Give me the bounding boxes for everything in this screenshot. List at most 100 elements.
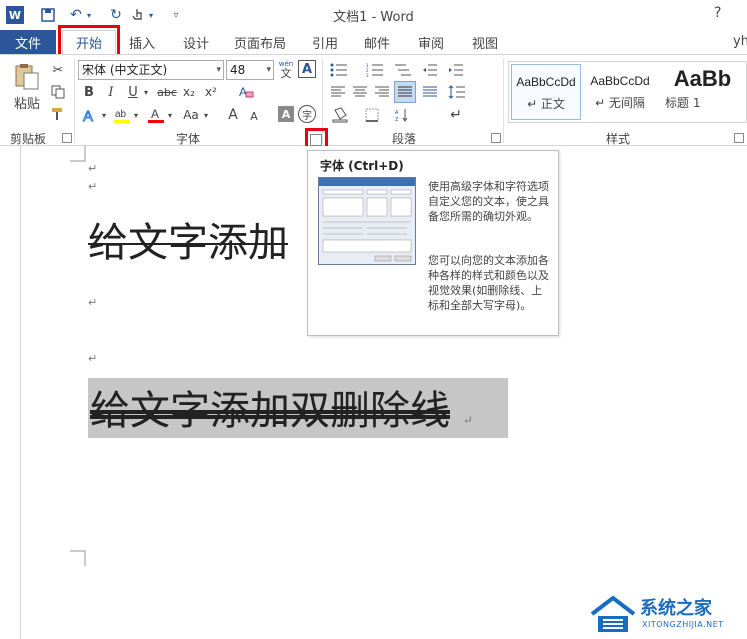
paragraph-group-label: 段落 — [392, 132, 417, 146]
user-account[interactable]: yh — [733, 34, 747, 49]
margin-corner-mark — [70, 146, 86, 162]
tab-view[interactable]: 视图 — [466, 30, 504, 54]
tab-review[interactable]: 审阅 — [412, 30, 450, 54]
grow-font-button[interactable]: A — [224, 105, 242, 125]
styles-gallery: AaBbCcDd ↵ 正文 AaBbCcDd ↵ 无间隔 AaBb 标题 1 — [508, 61, 747, 123]
increase-indent-icon[interactable] — [446, 61, 466, 79]
shrink-font-button[interactable]: A — [246, 107, 262, 125]
align-center-icon[interactable] — [350, 83, 370, 101]
margin-corner-mark — [70, 550, 86, 566]
font-name-value: 宋体 (中文正文) — [82, 63, 168, 77]
subscript-button[interactable]: x₂ — [180, 83, 198, 101]
paragraph-mark: ↵ — [462, 413, 473, 427]
paragraph-launcher-icon[interactable] — [491, 133, 501, 143]
character-border-icon[interactable]: A — [298, 60, 316, 78]
chevron-down-icon[interactable]: ▾ — [266, 61, 271, 79]
styles-launcher-icon[interactable] — [734, 133, 744, 143]
tab-references[interactable]: 引用 — [306, 30, 344, 54]
font-dialog-tooltip: 字体 (Ctrl+D) 使用高级字体和字符选项自定义您的文本，使之具备您所需的确… — [307, 150, 559, 336]
font-size-combo[interactable]: 48 ▾ — [226, 60, 274, 80]
phonetic-guide-icon[interactable]: wén 文 — [276, 58, 296, 80]
decrease-indent-icon[interactable] — [420, 61, 440, 79]
font-color-dropdown-icon[interactable]: ▾ — [166, 105, 174, 125]
justify-icon[interactable] — [394, 81, 416, 103]
tab-home[interactable]: 开始 — [62, 30, 116, 54]
paste-label[interactable]: 粘贴 — [10, 93, 44, 112]
help-button[interactable]: ? — [714, 5, 721, 21]
align-left-icon[interactable] — [328, 83, 348, 101]
tooltip-detail: 您可以向您的文本添加各种各样的样式和颜色以及视觉效果(如删除线、上标和全部大写字… — [428, 254, 549, 312]
tab-design[interactable]: 设计 — [176, 30, 216, 54]
multilevel-list-icon[interactable] — [392, 61, 414, 79]
style-heading-1-name: 标题 1 — [665, 96, 701, 110]
show-marks-icon[interactable]: ↵ — [446, 105, 466, 125]
highlighter-dropdown-icon[interactable]: ▾ — [132, 105, 140, 125]
title-bar: W ↶ ▾ ↻ ▾ ▿ 文档1 - Word ? — [0, 0, 747, 30]
align-right-icon[interactable] — [372, 83, 392, 101]
font-color-icon[interactable]: A — [146, 105, 166, 125]
font-name-combo[interactable]: 宋体 (中文正文) ▾ — [78, 60, 224, 80]
copy-icon[interactable] — [48, 83, 68, 101]
font-dialog-preview-image — [318, 177, 416, 265]
character-shading-icon[interactable]: A — [278, 106, 294, 122]
style-heading-1[interactable]: AaBb 标题 1 — [659, 64, 746, 120]
paragraph-mark: ↵ — [88, 296, 98, 309]
underline-dropdown-icon[interactable]: ▾ — [141, 83, 151, 101]
clipboard-launcher-icon[interactable] — [62, 133, 72, 143]
chevron-down-icon[interactable]: ▾ — [216, 61, 221, 79]
change-case-button[interactable]: Aa — [180, 105, 202, 125]
strikethrough-button[interactable]: abc — [156, 83, 178, 101]
text-effects-icon[interactable]: A — [80, 105, 100, 125]
distributed-icon[interactable] — [420, 83, 440, 101]
style-normal-name: ↵ 正文 — [527, 97, 565, 111]
ribbon: 粘贴 ✂ 剪贴板 宋体 (中文正文) ▾ 48 ▾ wén 文 A B I U … — [0, 54, 747, 146]
bullets-icon[interactable] — [328, 61, 350, 79]
bold-button[interactable]: B — [80, 83, 98, 101]
group-separator — [503, 59, 504, 143]
tab-insert[interactable]: 插入 — [122, 30, 162, 54]
paragraph-mark: ↵ — [88, 162, 98, 175]
highlighter-icon[interactable]: ab — [112, 105, 132, 125]
tooltip-title: 字体 (Ctrl+D) — [320, 159, 404, 173]
styles-group-label: 样式 — [606, 132, 631, 146]
style-heading-1-sample: AaBb — [673, 66, 732, 91]
svg-text:A: A — [151, 107, 159, 121]
clear-formatting-icon[interactable]: A — [236, 83, 256, 101]
paste-icon[interactable] — [10, 61, 44, 91]
window-title: 文档1 - Word — [333, 10, 414, 25]
superscript-button[interactable]: x² — [202, 83, 220, 101]
change-case-dropdown-icon[interactable]: ▾ — [202, 105, 210, 125]
tab-file[interactable]: 文件 — [0, 30, 56, 54]
tab-page-layout[interactable]: 页面布局 — [230, 30, 290, 54]
watermark-url: XITONGZHIJIA.NET — [642, 620, 724, 629]
style-no-spacing-sample: AaBbCcDd — [590, 74, 650, 88]
style-normal-sample: AaBbCcDd — [516, 75, 576, 89]
italic-button[interactable]: I — [102, 83, 120, 101]
sort-icon[interactable]: AZ — [392, 105, 414, 125]
tooltip-description: 使用高级字体和字符选项自定义您的文本，使之具备您所需的确切外观。 — [428, 180, 549, 223]
watermark-logo: 系统之家 XITONGZHIJIA.NET — [588, 590, 747, 639]
ribbon-tabs: 文件 开始 插入 设计 页面布局 引用 邮件 审阅 视图 yh — [0, 30, 747, 56]
selected-text-line[interactable]: 给文字添加双删除线 ↵ — [88, 378, 508, 438]
numbering-icon[interactable]: 123 — [364, 61, 386, 79]
font-size-value: 48 — [230, 63, 246, 77]
borders-icon[interactable] — [362, 105, 382, 125]
style-normal[interactable]: AaBbCcDd ↵ 正文 — [511, 64, 581, 120]
selected-text[interactable]: 给文字添加双删除线 — [90, 388, 450, 434]
style-no-spacing-name: ↵ 无间隔 — [595, 96, 645, 110]
watermark-title: 系统之家 — [640, 598, 712, 619]
group-separator — [74, 59, 75, 143]
underline-button[interactable]: U — [124, 83, 142, 101]
text-effects-dropdown-icon[interactable]: ▾ — [100, 105, 108, 125]
cut-icon[interactable]: ✂ — [48, 61, 68, 79]
format-painter-icon[interactable] — [48, 105, 68, 123]
font-group-label: 字体 — [176, 132, 201, 146]
line-spacing-icon[interactable] — [446, 83, 468, 101]
strikethrough-text-line[interactable]: 给文字添加 — [88, 210, 288, 268]
enclose-characters-icon[interactable]: 字 — [298, 105, 316, 123]
style-no-spacing[interactable]: AaBbCcDd ↵ 无间隔 — [585, 64, 655, 120]
svg-text:A: A — [83, 108, 93, 124]
shading-icon[interactable] — [330, 105, 350, 125]
svg-text:Z: Z — [395, 117, 399, 122]
tab-mailings[interactable]: 邮件 — [358, 30, 396, 54]
